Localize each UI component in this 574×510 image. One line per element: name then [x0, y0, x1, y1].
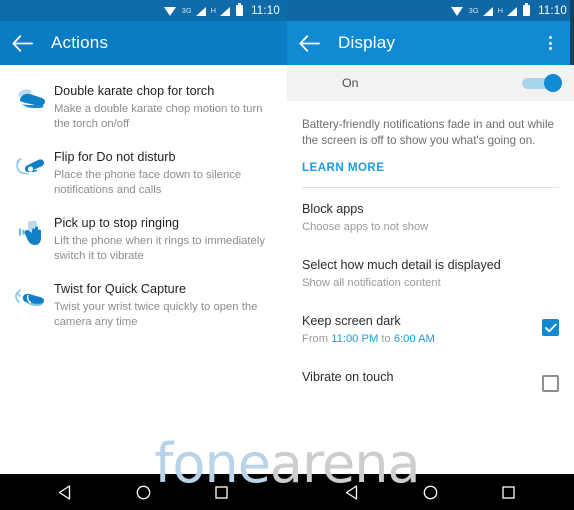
actions-list: Double karate chop for torch Make a doub… — [0, 65, 287, 338]
schedule-start-time[interactable]: 11:00 PM — [331, 333, 378, 345]
list-item-title: Twist for Quick Capture — [54, 282, 187, 296]
nav-back-triangle-icon[interactable] — [337, 477, 367, 507]
schedule-end-time[interactable]: 6:00 AM — [394, 333, 435, 345]
list-item-description: Twist your wrist twice quickly to open t… — [54, 301, 258, 328]
signal-icon — [195, 6, 206, 16]
navigation-bar — [287, 474, 574, 510]
signal-icon-2 — [506, 6, 518, 16]
nav-recents-square-icon[interactable] — [207, 477, 237, 507]
network-label: 3G — [468, 5, 479, 15]
list-item-description: Place the phone face down to silence not… — [54, 169, 242, 196]
list-item-title: Pick up to stop ringing — [54, 216, 180, 230]
hspa-label: H — [497, 5, 504, 15]
page-title: Actions — [51, 33, 109, 52]
setting-subtitle: Show all notification content — [302, 277, 441, 289]
setting-title: Block apps — [302, 202, 364, 216]
navigation-bar — [0, 474, 287, 510]
pick-up-hand-icon — [8, 215, 54, 247]
setting-title: Vibrate on touch — [302, 370, 394, 384]
list-item[interactable]: Flip for Do not disturb Place the phone … — [0, 140, 287, 206]
nav-home-circle-icon[interactable] — [415, 477, 445, 507]
list-item[interactable]: Twist for Quick Capture Twist your wrist… — [0, 272, 287, 338]
signal-icon-2 — [219, 6, 231, 16]
list-item-title: Double karate chop for torch — [54, 84, 215, 98]
signal-icon — [482, 6, 493, 16]
setting-row-detail-level[interactable]: Select how much detail is displayed Show… — [287, 235, 574, 291]
battery-icon — [523, 3, 531, 16]
setting-row-keep-screen-dark[interactable]: Keep screen dark From 11:00 PM to 6:00 A… — [287, 291, 574, 347]
setting-row-block-apps[interactable]: Block apps Choose apps to not show — [287, 188, 574, 235]
battery-icon — [236, 3, 244, 16]
status-bar: 3G H 11:10 — [287, 0, 574, 21]
wifi-icon — [163, 6, 177, 16]
back-arrow-icon[interactable] — [0, 21, 44, 65]
flip-phone-hand-icon — [8, 149, 54, 179]
list-item-description: Make a double karate chop motion to turn… — [54, 103, 263, 130]
twist-wrist-hand-icon — [8, 281, 54, 311]
status-bar: 3G H 11:10 — [0, 0, 287, 21]
vibrate-on-touch-checkbox[interactable] — [542, 375, 559, 392]
setting-row-vibrate-on-touch[interactable]: Vibrate on touch — [287, 347, 574, 392]
right-panel-display: 3G H 11:10 Display On Battery-friendly n… — [287, 0, 574, 510]
setting-subtitle: Choose apps to not show — [302, 221, 429, 233]
learn-more-link[interactable]: LEARN MORE — [287, 148, 574, 174]
schedule-prefix: From — [302, 333, 332, 345]
wifi-icon — [450, 6, 464, 16]
status-bar-time: 11:10 — [538, 4, 567, 17]
list-item[interactable]: Pick up to stop ringing Lift the phone w… — [0, 206, 287, 272]
hspa-label: H — [210, 5, 217, 15]
back-arrow-icon[interactable] — [287, 21, 331, 65]
list-item[interactable]: Double karate chop for torch Make a doub… — [0, 74, 287, 140]
app-bar-actions: Actions — [0, 21, 287, 65]
toggle-label: On — [342, 76, 359, 90]
karate-chop-hand-icon — [8, 83, 54, 113]
status-bar-time: 11:10 — [251, 4, 280, 17]
screen-edge — [570, 0, 574, 65]
dual-screenshot: 3G H 11:10 Actions Double karate chop fo… — [0, 0, 574, 510]
nav-home-circle-icon[interactable] — [128, 477, 158, 507]
page-title: Display — [338, 33, 396, 52]
keep-screen-dark-checkbox[interactable] — [542, 319, 559, 336]
overflow-menu-icon[interactable] — [532, 21, 568, 65]
schedule-middle: to — [378, 333, 394, 345]
display-description: Battery-friendly notifications fade in a… — [302, 118, 554, 147]
network-label: 3G — [181, 5, 192, 15]
setting-title: Select how much detail is displayed — [302, 258, 501, 272]
nav-back-triangle-icon[interactable] — [50, 477, 80, 507]
display-toggle-switch[interactable] — [522, 74, 562, 92]
setting-subtitle: From 11:00 PM to 6:00 AM — [302, 332, 542, 347]
setting-title: Keep screen dark — [302, 314, 401, 328]
app-bar-display: Display — [287, 21, 574, 65]
left-panel-actions: 3G H 11:10 Actions Double karate chop fo… — [0, 0, 287, 510]
nav-recents-square-icon[interactable] — [494, 477, 524, 507]
list-item-description: Lift the phone when it rings to immediat… — [54, 235, 265, 262]
switch-knob — [544, 74, 562, 92]
display-toggle-row[interactable]: On — [287, 65, 574, 101]
list-item-title: Flip for Do not disturb — [54, 150, 176, 164]
